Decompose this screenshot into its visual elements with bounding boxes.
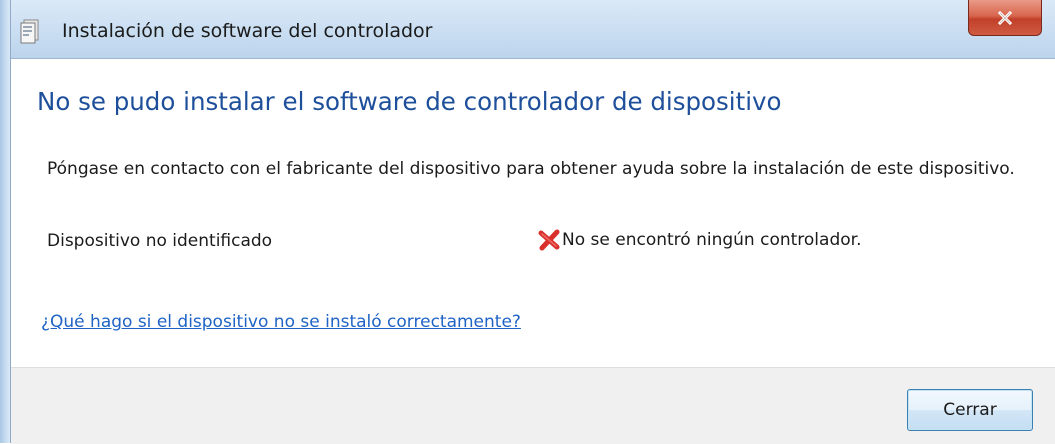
close-x-icon bbox=[997, 10, 1013, 25]
page-title: No se pudo instalar el software de contr… bbox=[37, 87, 782, 116]
device-status-text: No se encontró ningún controlador. bbox=[562, 230, 862, 250]
window-left-frame bbox=[0, 0, 11, 443]
device-name: Dispositivo no identificado bbox=[47, 231, 273, 251]
title-bar[interactable]: Instalación de software del controlador bbox=[0, 0, 1055, 59]
window-title: Instalación de software del controlador bbox=[62, 20, 433, 42]
driver-setup-icon bbox=[18, 16, 46, 44]
device-status: No se encontró ningún controlador. bbox=[538, 229, 861, 251]
dialog-footer: Cerrar bbox=[11, 367, 1055, 444]
help-link[interactable]: ¿Qué hago si el dispositivo no se instal… bbox=[41, 312, 521, 332]
error-x-icon bbox=[538, 229, 560, 251]
description-text: Póngase en contacto con el fabricante de… bbox=[47, 159, 1015, 179]
close-window-button[interactable] bbox=[968, 0, 1042, 36]
dialog-content: No se pudo instalar el software de contr… bbox=[11, 59, 1055, 367]
close-button[interactable]: Cerrar bbox=[907, 389, 1033, 431]
